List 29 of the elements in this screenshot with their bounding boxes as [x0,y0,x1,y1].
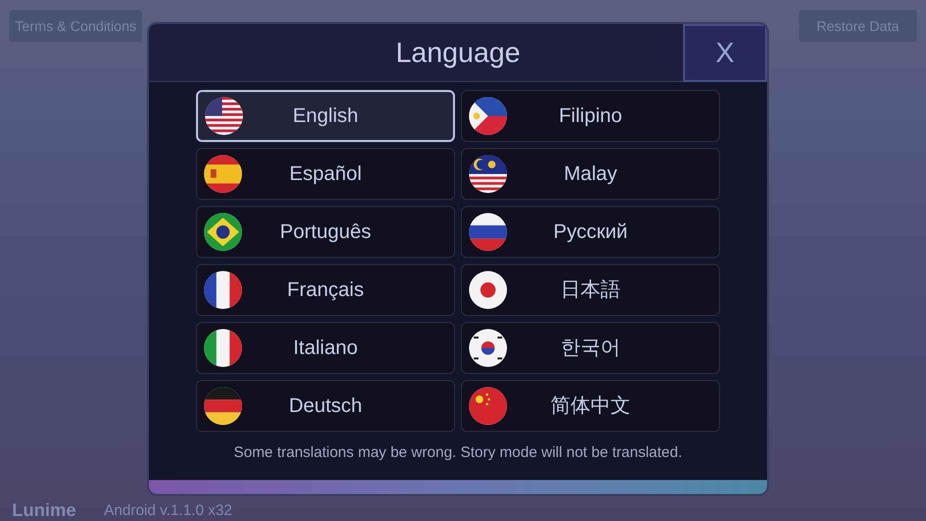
flag-icon [204,213,242,251]
flag-icon [469,271,507,309]
language-option[interactable]: 日本語 [461,264,720,316]
language-option[interactable]: Français [196,264,455,316]
flag-icon [204,387,242,425]
language-option[interactable]: 简体中文 [461,380,720,432]
language-option[interactable]: 한국어 [461,322,720,374]
flag-icon [469,97,507,135]
language-option[interactable]: Português [196,206,455,258]
flag-icon [469,155,507,193]
flag-icon [204,271,242,309]
language-option[interactable]: Español [196,148,455,200]
version-text: Android v.1.1.0 x32 [104,502,232,520]
flag-icon [469,213,507,251]
flag-icon [204,329,242,367]
close-button[interactable]: X [683,24,767,82]
flag-icon [469,329,507,367]
language-option[interactable]: English [196,90,455,142]
language-option[interactable]: Русский [461,206,720,258]
flag-icon [204,155,242,193]
language-option[interactable]: Italiano [196,322,455,374]
logo: Lunime [12,500,76,520]
flag-icon [205,97,243,135]
dialog-title: Language [396,36,520,70]
disclaimer-text: Some translations may be wrong. Story mode will not be translated. [234,443,682,463]
flag-icon [469,387,507,425]
language-option[interactable]: Malay [461,148,720,200]
language-option[interactable]: Deutsch [196,380,455,432]
language-option[interactable]: Filipino [461,90,720,142]
